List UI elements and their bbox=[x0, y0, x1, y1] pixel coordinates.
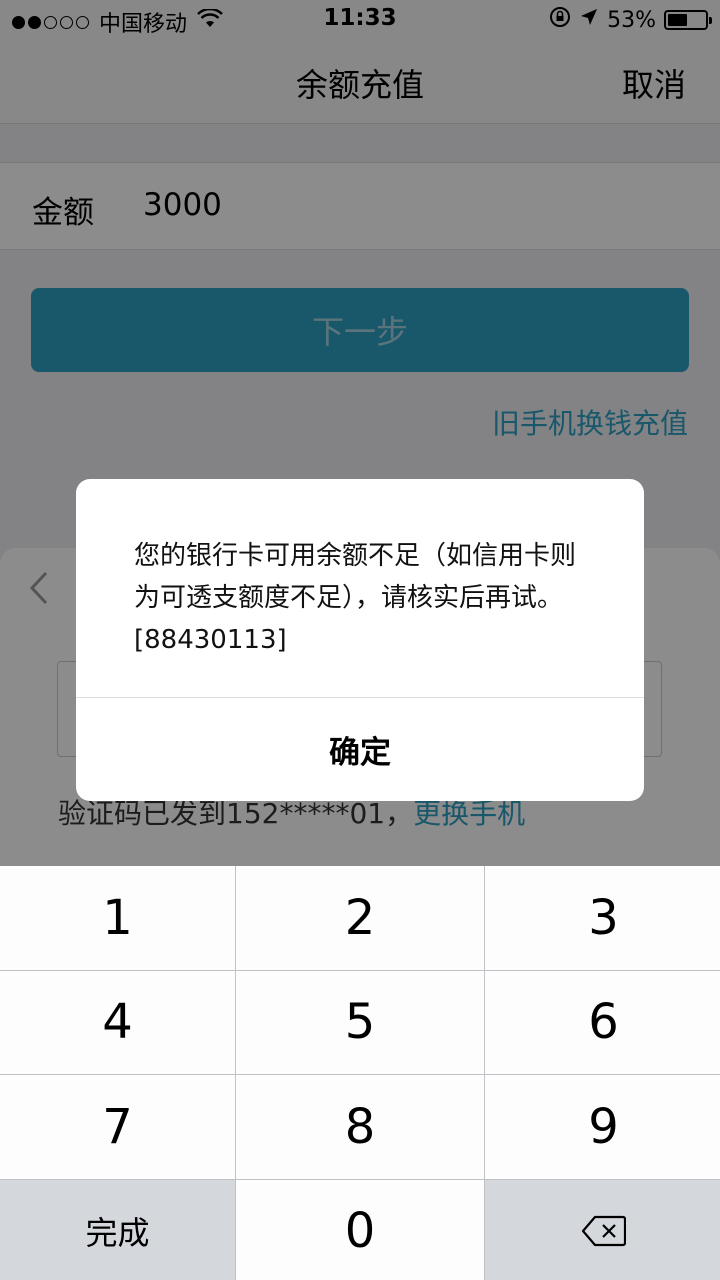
key-2[interactable]: 2 bbox=[236, 866, 484, 970]
key-6[interactable]: 6 bbox=[485, 970, 720, 1074]
key-8[interactable]: 8 bbox=[236, 1075, 484, 1179]
alert-dialog: 您的银行卡可用余额不足（如信用卡则为可透支额度不足），请核实后再试。[88430… bbox=[76, 479, 644, 801]
numeric-keyboard: 1 2 3 4 5 6 7 8 9 完成 0 bbox=[0, 866, 720, 1280]
key-3[interactable]: 3 bbox=[485, 866, 720, 970]
key-9[interactable]: 9 bbox=[485, 1075, 720, 1179]
alert-message: 您的银行卡可用余额不足（如信用卡则为可透支额度不足），请核实后再试。[88430… bbox=[134, 541, 577, 655]
backspace-icon[interactable] bbox=[485, 1179, 720, 1280]
key-4[interactable]: 4 bbox=[0, 970, 235, 1074]
done-key[interactable]: 完成 bbox=[0, 1179, 235, 1280]
key-7[interactable]: 7 bbox=[0, 1075, 235, 1179]
key-0[interactable]: 0 bbox=[236, 1179, 484, 1280]
confirm-button[interactable]: 确定 bbox=[76, 698, 644, 801]
key-5[interactable]: 5 bbox=[236, 970, 484, 1074]
key-1[interactable]: 1 bbox=[0, 866, 235, 970]
